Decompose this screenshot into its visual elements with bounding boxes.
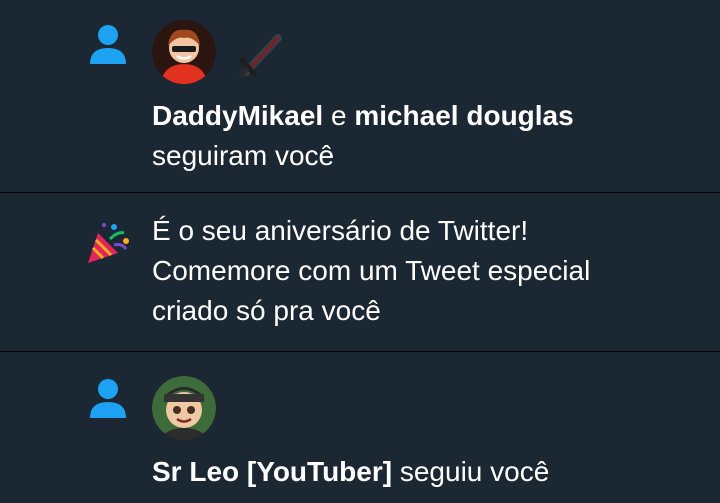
user-name-daddymikael[interactable]: DaddyMikael bbox=[152, 100, 323, 131]
action-text: seguiu você bbox=[392, 456, 550, 487]
person-icon bbox=[88, 378, 128, 427]
person-icon bbox=[88, 24, 128, 73]
user-name-michael-douglas[interactable]: michael douglas bbox=[354, 100, 573, 131]
action-text: seguiram você bbox=[152, 140, 335, 171]
notification-anniversary[interactable]: É o seu aniversário de Twitter! Comemore… bbox=[0, 193, 720, 351]
party-popper-icon bbox=[84, 219, 132, 272]
avatar-sr-leo[interactable] bbox=[152, 376, 216, 440]
avatar-daddymikael[interactable] bbox=[152, 20, 216, 84]
notification-follow-1[interactable]: DaddyMikael e michael douglas seguiram v… bbox=[0, 0, 720, 192]
anniversary-line-3: criado só pra você bbox=[152, 295, 381, 326]
avatar-michael-douglas[interactable] bbox=[228, 20, 292, 84]
anniversary-line-2: Comemore com um Tweet especial bbox=[152, 255, 591, 286]
notification-follow-2[interactable]: Sr Leo [YouTuber] seguiu você bbox=[0, 352, 720, 503]
user-name-sr-leo[interactable]: Sr Leo [YouTuber] bbox=[152, 456, 392, 487]
anniversary-line-1: É o seu aniversário de Twitter! bbox=[152, 215, 529, 246]
connector-text: e bbox=[323, 100, 355, 131]
